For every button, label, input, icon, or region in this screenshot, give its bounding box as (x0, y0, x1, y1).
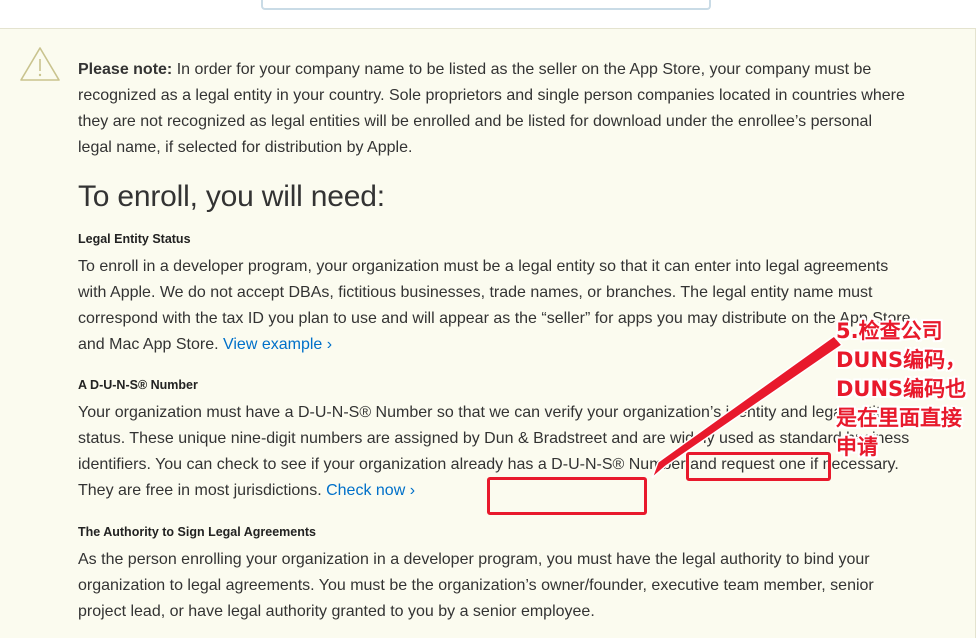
search-input[interactable] (261, 0, 711, 10)
annotation-box-check-now (487, 477, 647, 515)
annotation-text: 5.检查公司 DUNS编码， DUNS编码也 是在里面直接 申请 (836, 319, 967, 459)
section-text: To enroll in a developer program, your o… (78, 258, 911, 353)
section-body-legal-entity: To enroll in a developer program, your o… (78, 254, 913, 358)
note-body: In order for your company name to be lis… (78, 61, 905, 156)
check-now-link[interactable]: Check now › (326, 482, 415, 499)
page-heading: To enroll, you will need: (78, 180, 385, 213)
section-title-authority: The Authority to Sign Legal Agreements (78, 525, 316, 539)
section-text: As the person enrolling your organizatio… (78, 551, 874, 620)
section-title-duns: A D-U-N-S® Number (78, 378, 198, 392)
note-label: Please note: (78, 61, 173, 78)
warning-triangle-icon (20, 47, 60, 81)
section-title-legal-entity: Legal Entity Status (78, 232, 191, 246)
view-example-link[interactable]: View example › (223, 336, 332, 353)
annotation-box-duns-number (686, 452, 831, 481)
note-text: Please note: In order for your company n… (78, 57, 908, 161)
section-body-authority: As the person enrolling your organizatio… (78, 547, 913, 625)
